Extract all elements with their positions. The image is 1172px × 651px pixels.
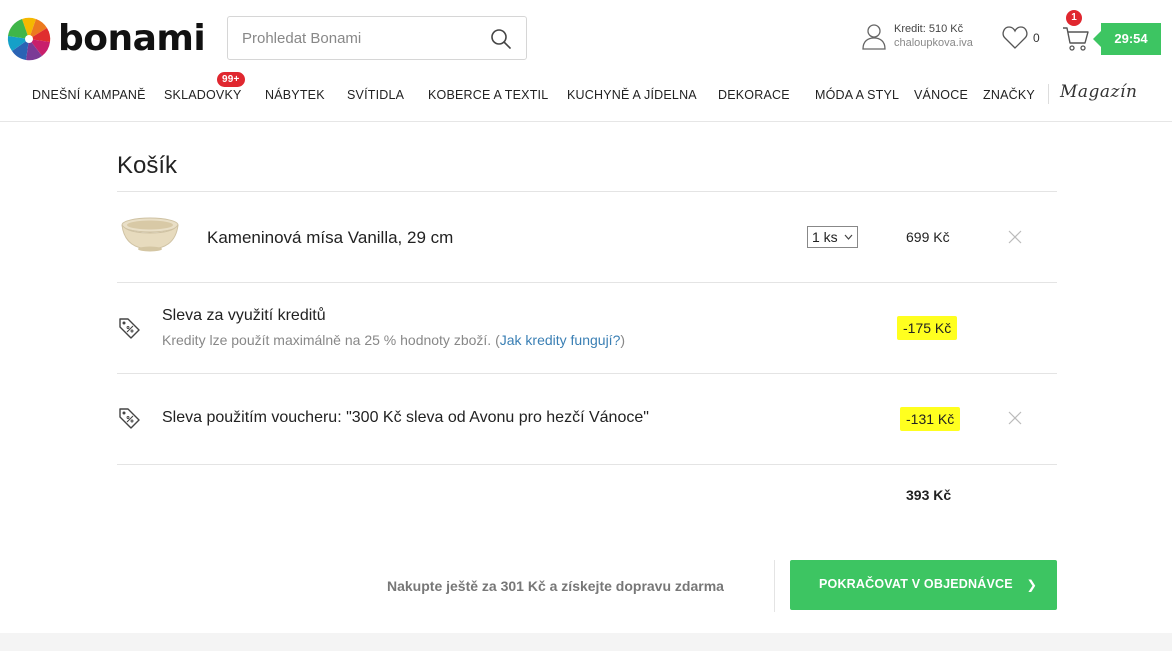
credit-info-link[interactable]: Jak kredity fungují? <box>500 332 621 348</box>
product-price: 699 Kč <box>906 229 950 245</box>
credit-note-text: Kredity lze použít maximálně na 25 % hod… <box>162 332 500 348</box>
vertical-divider <box>774 560 775 612</box>
product-image[interactable] <box>120 215 180 255</box>
nav-divider <box>1048 84 1049 104</box>
heart-icon <box>1002 26 1028 49</box>
cart-total: 393 Kč <box>906 487 952 503</box>
nav-item-kuchyne-a-jidelna[interactable]: KUCHYNĚ A JÍDELNA <box>567 88 697 102</box>
wishlist-count: 0 <box>1033 31 1040 45</box>
credit-discount-title: Sleva za využití kreditů <box>162 307 326 324</box>
cart-icon[interactable] <box>1062 26 1090 52</box>
product-name[interactable]: Kameninová mísa Vanilla, 29 cm <box>207 228 453 248</box>
account-credit: Kredit: 510 Kč <box>894 23 964 35</box>
voucher-tag-icon <box>119 408 140 429</box>
nav-item-vanoce[interactable]: VÁNOCE <box>914 88 968 102</box>
page-title: Košík <box>117 152 178 179</box>
nav-item-znacky[interactable]: ZNAČKY <box>983 88 1035 102</box>
credit-note-end: ) <box>620 332 626 348</box>
header: bonami Kredit: 510 Kč chaloupkova.iva 0 … <box>0 0 1172 122</box>
nav-item-svitidla[interactable]: SVÍTIDLA <box>347 88 404 102</box>
nav-item-magazin[interactable]: Magazín <box>1060 82 1137 102</box>
cart-timer: 29:54 <box>1093 23 1161 55</box>
wishlist-link[interactable]: 0 <box>1002 26 1040 50</box>
credit-discount-note: Kredity lze použít maximálně na 25 % hod… <box>162 332 625 348</box>
cart-count-badge: 1 <box>1066 10 1082 26</box>
skladovky-badge: 99+ <box>217 72 245 87</box>
search-input[interactable] <box>242 17 482 59</box>
continue-order-label: POKRAČOVAT V OBJEDNÁVCE <box>819 577 1013 591</box>
credit-discount-amount: -175 Kč <box>897 316 958 340</box>
divider <box>117 373 1057 374</box>
nav-item-moda-a-styl[interactable]: MÓDA A STYL <box>815 88 899 102</box>
search-icon[interactable] <box>490 28 512 50</box>
voucher-discount-amount: -131 Kč <box>900 407 961 431</box>
quantity-select[interactable]: 1 ks <box>807 226 858 248</box>
search-box <box>227 16 527 60</box>
logo-flower-icon <box>7 17 51 61</box>
divider <box>117 282 1057 283</box>
divider <box>117 464 1057 465</box>
free-shipping-message: Nakupte ještě za 301 Kč a získejte dopra… <box>387 578 724 594</box>
nav-item-koberce-a-textil[interactable]: KOBERCE A TEXTIL <box>428 88 548 102</box>
nav-item-nabytek[interactable]: NÁBYTEK <box>265 88 325 102</box>
nav-item-dnesni-kampane[interactable]: DNEŠNÍ KAMPANĚ <box>32 88 146 102</box>
nav-item-dekorace[interactable]: DEKORACE <box>718 88 790 102</box>
chevron-down-icon <box>844 234 853 240</box>
brand-name: bonami <box>58 18 206 59</box>
main-navigation: DNEŠNÍ KAMPANĚ SKLADOVKY 99+ NÁBYTEK SVÍ… <box>0 72 1172 106</box>
bonami-logo[interactable]: bonami <box>6 16 206 62</box>
account-link[interactable]: Kredit: 510 Kč chaloupkova.iva <box>860 22 973 50</box>
continue-order-button[interactable]: POKRAČOVAT V OBJEDNÁVCE ❯ <box>790 560 1057 610</box>
nav-item-skladovky[interactable]: SKLADOVKY <box>164 88 242 102</box>
remove-voucher-icon[interactable] <box>1007 410 1023 426</box>
chevron-right-icon: ❯ <box>1026 578 1037 592</box>
quantity-value: 1 ks <box>812 229 838 245</box>
user-icon <box>862 24 886 50</box>
account-username: chaloupkova.iva <box>894 37 973 49</box>
remove-product-icon[interactable] <box>1007 229 1023 245</box>
voucher-discount-title: Sleva použitím voucheru: "300 Kč sleva o… <box>162 409 649 426</box>
divider <box>117 191 1057 192</box>
discount-tag-icon <box>119 318 140 339</box>
footer-band <box>0 633 1172 651</box>
